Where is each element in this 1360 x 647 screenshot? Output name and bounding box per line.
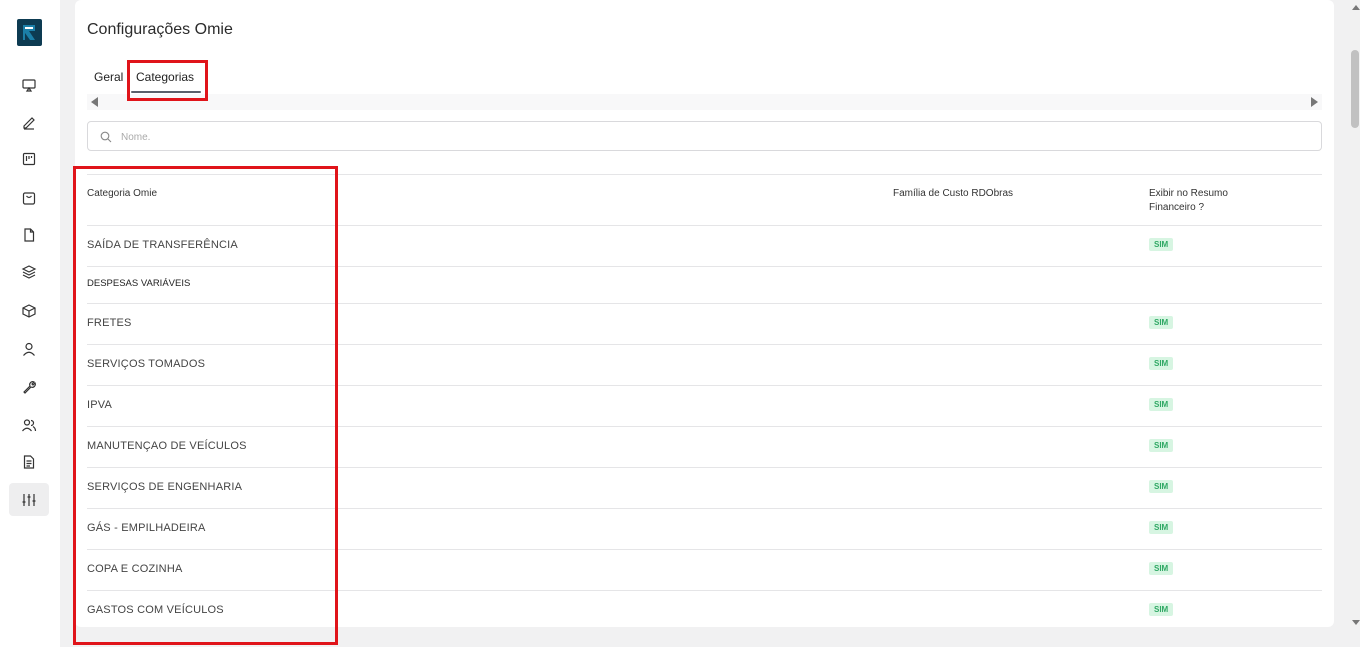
nav-settings[interactable]: [9, 483, 49, 516]
nav-box[interactable]: [9, 294, 49, 327]
header-familia-custo: Família de Custo RDObras: [893, 188, 1014, 199]
shopping-bag-icon: [22, 191, 36, 205]
pencil-icon: [23, 116, 35, 130]
scrollbar-thumb[interactable]: [1351, 50, 1359, 128]
status-badge: SIM: [1149, 398, 1174, 411]
nav-file[interactable]: [9, 218, 49, 251]
status-badge: SIM: [1149, 357, 1174, 370]
tab-geral[interactable]: Geral: [94, 70, 123, 84]
layers-icon: [21, 264, 37, 279]
page-title: Configurações Omie: [87, 21, 233, 38]
highlight-box-column: [73, 166, 338, 645]
nav-layers[interactable]: [9, 255, 49, 288]
app-logo[interactable]: [17, 19, 42, 46]
tabs-scroll-left-icon[interactable]: [91, 97, 98, 107]
status-badge: SIM: [1149, 316, 1174, 329]
monitor-icon: [22, 78, 36, 92]
highlight-box-tab: [127, 60, 208, 101]
sliders-icon: [22, 493, 36, 506]
status-badge: SIM: [1149, 603, 1174, 616]
nav-document[interactable]: [9, 445, 49, 478]
tabs-scroll-right-icon[interactable]: [1311, 97, 1318, 107]
scroll-up-icon[interactable]: [1352, 5, 1360, 10]
sidebar: [0, 0, 60, 647]
document-icon: [23, 454, 35, 469]
nav-user[interactable]: [9, 332, 49, 365]
nav-bag[interactable]: [9, 181, 49, 214]
nav-pencil[interactable]: [9, 105, 49, 138]
scroll-down-icon[interactable]: [1352, 620, 1360, 625]
file-icon: [24, 227, 35, 242]
status-badge: SIM: [1149, 439, 1174, 452]
tab-scroll-strip: [87, 94, 1322, 110]
nav-monitor[interactable]: [9, 68, 49, 101]
wrench-icon: [23, 380, 36, 394]
nav-kanban[interactable]: [9, 142, 49, 175]
status-badge: SIM: [1149, 480, 1174, 493]
search-box: [87, 121, 1322, 151]
user-icon: [23, 342, 35, 356]
search-input[interactable]: [121, 128, 1271, 146]
search-icon: [100, 131, 112, 143]
header-exibir-resumo: Exibir no Resumo Financeiro ?: [1149, 188, 1228, 213]
status-badge: SIM: [1149, 238, 1174, 251]
users-icon: [22, 418, 37, 431]
status-badge: SIM: [1149, 521, 1174, 534]
kanban-icon: [22, 152, 36, 165]
box-icon: [22, 303, 36, 318]
nav-wrench[interactable]: [9, 370, 49, 403]
nav-users[interactable]: [9, 408, 49, 441]
status-badge: SIM: [1149, 562, 1174, 575]
